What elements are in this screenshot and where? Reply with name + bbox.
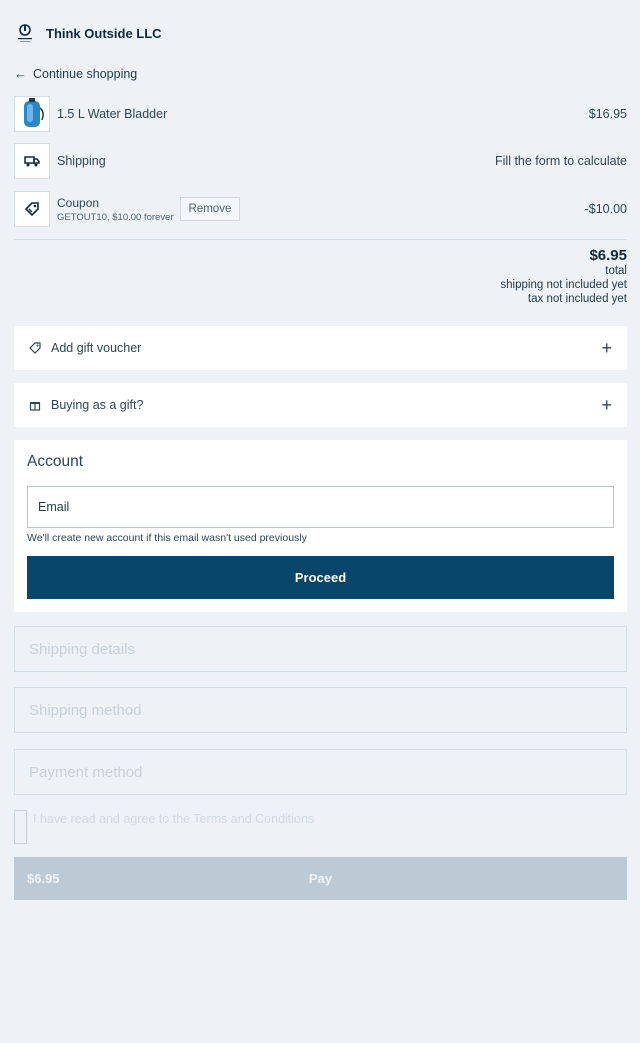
cart-item-row: 1.5 L Water Bladder $16.95 bbox=[14, 96, 627, 132]
coupon-tag-icon bbox=[14, 191, 50, 227]
gift-icon bbox=[29, 399, 43, 411]
coupon-row: Coupon GETOUT10, $10.00 forever Remove -… bbox=[14, 191, 627, 227]
total-label: total bbox=[605, 265, 627, 277]
truck-icon bbox=[14, 143, 50, 179]
email-hint: We'll create new account if this email w… bbox=[27, 532, 307, 544]
shipping-value: Fill the form to calculate bbox=[495, 154, 627, 168]
add-gift-voucher-toggle[interactable]: Add gift voucher + bbox=[14, 326, 627, 370]
brand-name[interactable]: Think Outside LLC bbox=[46, 26, 162, 41]
continue-shopping-label: Continue shopping bbox=[33, 66, 138, 81]
payment-method-label: Payment method bbox=[29, 763, 143, 781]
arrow-left-icon: ← bbox=[14, 66, 27, 81]
terms-checkbox[interactable] bbox=[14, 810, 27, 844]
buying-gift-toggle[interactable]: Buying as a gift? + bbox=[14, 383, 627, 427]
coupon-label: Coupon bbox=[57, 195, 100, 210]
total-amount: $6.95 bbox=[589, 247, 627, 264]
continue-shopping-link[interactable]: ← Continue shopping bbox=[14, 66, 137, 81]
coupon-text: Coupon GETOUT10, $10.00 forever bbox=[57, 196, 174, 223]
shipping-details-step: Shipping details bbox=[14, 626, 627, 672]
pay-label: Pay bbox=[308, 871, 333, 886]
buying-gift-label: Buying as a gift? bbox=[51, 398, 144, 412]
pay-button[interactable]: $6.95 Pay bbox=[14, 857, 627, 900]
shipping-method-step: Shipping method bbox=[14, 687, 627, 733]
header: Think Outside LLC bbox=[14, 22, 162, 44]
payment-method-step: Payment method bbox=[14, 749, 627, 795]
plus-icon: + bbox=[601, 337, 612, 358]
product-price: $16.95 bbox=[588, 107, 627, 121]
shipping-note: shipping not included yet bbox=[500, 279, 627, 291]
terms-agreement: I have read and agree to the Terms and C… bbox=[14, 810, 314, 844]
order-totals: $6.95 total shipping not included yet ta… bbox=[500, 247, 627, 306]
divider bbox=[14, 239, 627, 240]
account-title: Account bbox=[27, 453, 84, 470]
product-thumbnail[interactable] bbox=[14, 96, 50, 132]
plus-icon: + bbox=[601, 394, 612, 415]
buying-gift-panel: Buying as a gift? + bbox=[14, 383, 627, 427]
account-section: Account We'll create new account if this… bbox=[14, 440, 627, 612]
shipping-details-label: Shipping details bbox=[29, 640, 135, 658]
tax-note: tax not included yet bbox=[527, 293, 627, 305]
email-field[interactable] bbox=[27, 486, 614, 528]
shipping-row: Shipping Fill the form to calculate bbox=[14, 143, 627, 179]
product-name[interactable]: 1.5 L Water Bladder bbox=[57, 107, 167, 121]
proceed-button[interactable]: Proceed bbox=[27, 556, 614, 599]
brand-logo-icon[interactable] bbox=[14, 22, 36, 44]
terms-label: I have read and agree to the Terms and C… bbox=[33, 812, 315, 826]
shipping-label: Shipping bbox=[57, 154, 106, 168]
coupon-code: GETOUT10, $10.00 forever bbox=[57, 211, 174, 223]
add-gift-voucher-label: Add gift voucher bbox=[51, 341, 142, 355]
coupon-value: -$10.00 bbox=[584, 202, 627, 216]
shipping-method-label: Shipping method bbox=[29, 701, 142, 719]
gift-voucher-panel: Add gift voucher + bbox=[14, 326, 627, 370]
remove-coupon-button[interactable]: Remove bbox=[179, 197, 241, 221]
tag-icon bbox=[29, 342, 43, 354]
